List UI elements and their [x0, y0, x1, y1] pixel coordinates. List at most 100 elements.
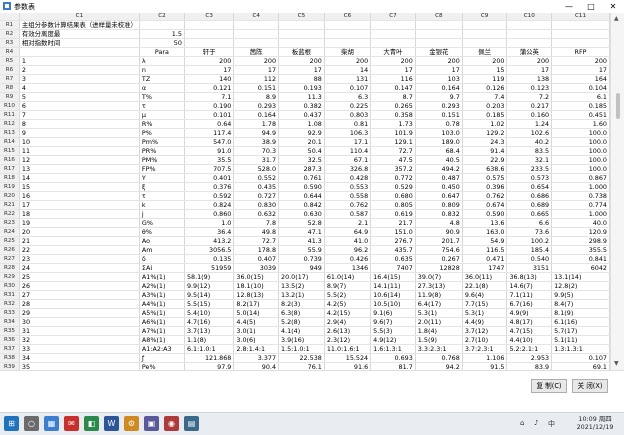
table-cell[interactable]: Ao [139, 236, 185, 246]
table-cell[interactable]: 20.1 [278, 137, 325, 147]
table-cell[interactable]: 0.635 [370, 254, 416, 264]
table-cell[interactable]: 0.151 [415, 110, 463, 120]
table-cell[interactable]: 7.4 [462, 92, 508, 102]
table-cell[interactable]: 1.0 [184, 218, 235, 228]
table-cell[interactable] [506, 38, 553, 48]
scroll-up-icon[interactable]: ▲ [614, 15, 619, 22]
table-cell[interactable] [278, 20, 325, 30]
table-cell[interactable]: 9.1(6) [370, 308, 416, 318]
table-cell[interactable]: 72.7 [370, 146, 416, 156]
column-header[interactable]: C7 [370, 13, 416, 21]
table-cell[interactable]: 2.0(11) [415, 317, 463, 327]
table-cell[interactable]: 100.0 [551, 137, 610, 147]
column-header[interactable]: C6 [324, 13, 372, 21]
row-header[interactable]: R30 [0, 281, 20, 291]
table-cell[interactable] [19, 47, 140, 57]
scrollbar-thumb[interactable] [616, 93, 620, 119]
table-cell[interactable]: 0.428 [324, 173, 372, 183]
table-cell[interactable]: 100.0 [551, 128, 610, 138]
table-cell[interactable] [324, 38, 372, 48]
table-cell[interactable]: 0.123 [506, 83, 553, 93]
row-header[interactable]: R24 [0, 227, 20, 237]
table-cell[interactable]: 0.587 [324, 209, 372, 219]
table-cell[interactable]: 14.6(7) [506, 281, 553, 291]
table-cell[interactable]: 357.2 [370, 164, 416, 174]
table-cell[interactable]: 200 [370, 56, 416, 66]
table-cell[interactable]: 12.8(2) [551, 281, 610, 291]
table-cell[interactable]: 129.2 [462, 128, 508, 138]
table-cell[interactable]: 3.0(1) [233, 326, 280, 336]
table-cell[interactable]: 17 [19, 200, 140, 210]
table-cell[interactable]: 主组分参数计算结果表（进样量未校准） [19, 20, 140, 30]
table-cell[interactable]: RFP [551, 47, 610, 57]
table-cell[interactable]: 17 [233, 65, 280, 75]
network-icon[interactable]: ⌂ [520, 419, 524, 427]
table-cell[interactable]: 4.8(17) [506, 317, 553, 327]
table-cell[interactable]: 96.2 [324, 245, 372, 255]
table-cell[interactable]: 20 [19, 227, 140, 237]
table-cell[interactable]: 27 [19, 290, 140, 300]
table-cell[interactable]: 0.680 [370, 191, 416, 201]
table-cell[interactable] [184, 38, 235, 48]
table-cell[interactable]: A2%(1) [139, 281, 185, 291]
table-cell[interactable]: 5.5(3) [370, 326, 416, 336]
table-cell[interactable] [370, 20, 416, 30]
system-clock[interactable]: 10:09 周四 2021/12/19 [568, 415, 622, 431]
table-cell[interactable]: 0.121 [184, 83, 235, 93]
table-cell[interactable]: 4.4(10) [506, 335, 553, 345]
table-cell[interactable]: 88 [278, 74, 325, 84]
table-cell[interactable] [184, 29, 235, 39]
table-cell[interactable]: 138 [506, 74, 553, 84]
table-cell[interactable]: 54.9 [462, 236, 508, 246]
table-cell[interactable]: 22 [19, 245, 140, 255]
table-cell[interactable]: n [139, 65, 185, 75]
column-header[interactable]: C11 [551, 13, 610, 21]
table-cell[interactable]: 2.7(10) [462, 335, 508, 345]
table-cell[interactable]: 9.6(4) [462, 290, 508, 300]
table-cell[interactable]: 8.9 [233, 92, 280, 102]
table-cell[interactable]: PR% [139, 146, 185, 156]
table-cell[interactable]: 14 [19, 173, 140, 183]
table-cell[interactable]: 5.0(14) [233, 308, 280, 318]
table-cell[interactable]: Pe% [139, 362, 185, 370]
table-cell[interactable]: 0.674 [462, 200, 508, 210]
table-cell[interactable] [415, 38, 463, 48]
table-cell[interactable]: 17.1 [324, 137, 372, 147]
table-cell[interactable]: 3.9(16) [278, 335, 325, 345]
table-cell[interactable]: 0.727 [233, 191, 280, 201]
table-cell[interactable]: k [139, 200, 185, 210]
table-cell[interactable]: 8.1(9) [551, 308, 610, 318]
table-cell[interactable]: 0.450 [415, 182, 463, 192]
table-cell[interactable]: 1.78 [233, 119, 280, 129]
table-cell[interactable]: 0.382 [278, 101, 325, 111]
table-cell[interactable]: 0.529 [370, 182, 416, 192]
parameter-table-grid[interactable]: C1 C2 C3 C4 C5 C6 C7 C8 C9 C10 C11 R1 主组分参数计算结果表（进样… [0, 13, 610, 370]
table-cell[interactable]: 11.9(8) [415, 290, 463, 300]
table-cell[interactable]: 0.553 [324, 182, 372, 192]
column-header[interactable]: C10 [506, 13, 553, 21]
table-cell[interactable]: 0.151 [233, 83, 280, 93]
table-cell[interactable]: 27.3(13) [415, 281, 463, 291]
table-cell[interactable] [551, 29, 610, 39]
table-cell[interactable]: 19 [19, 218, 140, 228]
table-cell[interactable]: 30 [19, 317, 140, 327]
table-cell[interactable]: 0.435 [233, 182, 280, 192]
row-header[interactable]: R32 [0, 299, 20, 309]
table-cell[interactable]: 112 [233, 74, 280, 84]
table-cell[interactable]: 1.106 [462, 353, 508, 363]
table-cell[interactable]: δ [139, 254, 185, 264]
table-cell[interactable]: 3.377 [233, 353, 280, 363]
table-cell[interactable] [324, 20, 372, 30]
scroll-down-icon[interactable]: ▼ [614, 360, 619, 367]
table-cell[interactable]: 0.487 [415, 173, 463, 183]
table-cell[interactable]: 1.6:1.3:1 [370, 344, 416, 354]
table-cell[interactable]: 0.803 [324, 110, 372, 120]
table-cell[interactable]: 55.9 [278, 245, 325, 255]
table-cell[interactable]: j [139, 209, 185, 219]
table-cell[interactable]: 76.1 [278, 362, 325, 370]
table-cell[interactable]: 5.3(1) [462, 308, 508, 318]
table-cell[interactable]: 22.9 [462, 155, 508, 165]
table-cell[interactable]: 116 [370, 74, 416, 84]
table-cell[interactable]: 16 [19, 191, 140, 201]
corner-header[interactable] [0, 13, 20, 21]
